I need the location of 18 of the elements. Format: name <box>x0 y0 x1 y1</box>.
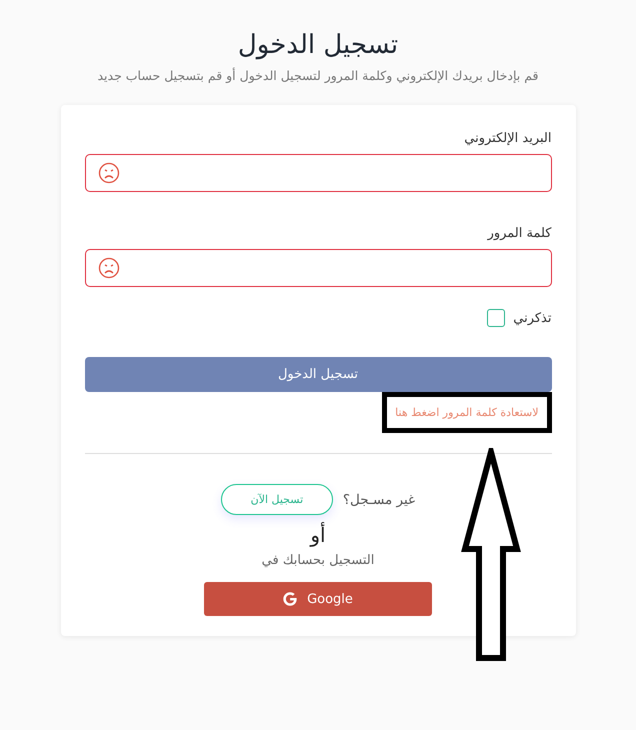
remember-label: تذكرني <box>513 310 552 326</box>
frown-icon <box>98 162 120 184</box>
field-label: كلمة المرور <box>486 226 552 241</box>
remember-checkbox[interactable] <box>487 309 506 327</box>
login-button[interactable]: تسجيل الدخول <box>84 357 552 392</box>
google-icon <box>283 592 298 606</box>
page-subtitle: قم بإدخال بريدك الإلكتروني وكلمة المرور لتسجيل الدخول أو قم بتسجيل حساب جديد <box>97 68 539 83</box>
google-button[interactable]: Google <box>204 582 432 616</box>
page-title: تسجيل الدخول <box>238 30 398 60</box>
input-field[interactable] <box>84 249 552 287</box>
register-button[interactable]: تسجيل الآن <box>220 484 333 515</box>
register-prompt: غير مسـجل؟ <box>342 492 416 508</box>
frown-icon <box>98 257 120 279</box>
forgot-password-link[interactable]: لاستعادة كلمة المرور اضغط هنا <box>382 392 552 433</box>
social-prompt: التسجيل بحسابك في <box>262 553 374 568</box>
field-label: البريد الإلكتروني <box>463 131 552 146</box>
or-text: أو <box>310 523 326 547</box>
input-field[interactable] <box>84 154 552 192</box>
